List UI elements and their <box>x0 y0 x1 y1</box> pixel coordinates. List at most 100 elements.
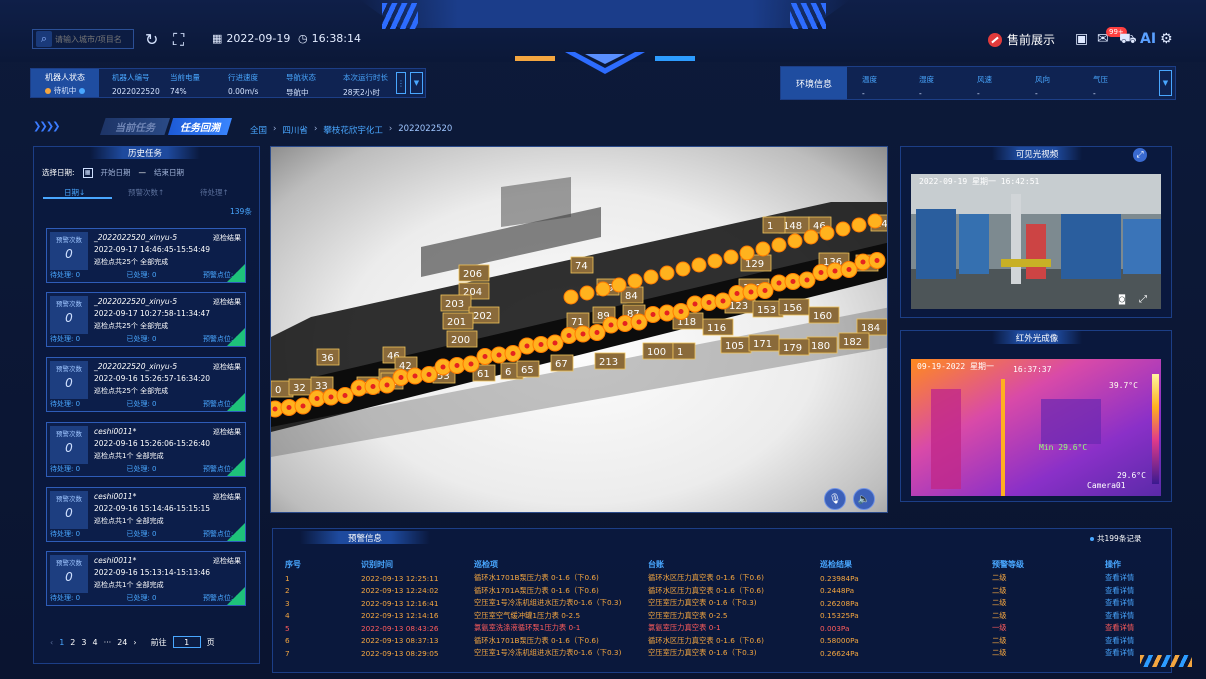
view-details-link[interactable]: 查看详情 <box>1105 585 1165 598</box>
page-number[interactable]: 24 <box>117 638 127 647</box>
result-link[interactable]: 巡检结果 <box>213 427 241 437</box>
robot-dropdown-button[interactable]: ▼ <box>410 72 423 94</box>
history-card[interactable]: 预警次数 0 _2022022520_xinyu-5 巡检结果 2022-09-1… <box>46 228 246 283</box>
page-number[interactable]: 4 <box>92 638 97 647</box>
point-cloud-map[interactable]: 2062042032022012003646424434453616656721… <box>270 146 888 513</box>
breadcrumb-item[interactable]: 四川省 <box>282 124 308 136</box>
table-cell: 2022-09-13 12:24:02 <box>361 586 439 596</box>
result-link[interactable]: 巡检结果 <box>213 297 241 307</box>
path-point-center <box>608 322 614 328</box>
table-cell: 1 <box>285 573 290 583</box>
robot-field-speed: 行进速度 0.00m/s <box>228 72 258 96</box>
result-link[interactable]: 巡检结果 <box>213 362 241 372</box>
table-row: 6 2022-09-13 08:37:13 循环水1701B泵压力表 0-1.6（下… <box>285 635 1165 648</box>
search-input[interactable] <box>55 34 131 44</box>
page-number[interactable]: 1 <box>59 638 64 647</box>
page-number[interactable]: 3 <box>81 638 86 647</box>
result-link[interactable]: 巡检结果 <box>213 556 241 566</box>
table-cell: 2 <box>285 586 290 596</box>
cart-icon[interactable]: ⛟ <box>1119 31 1137 49</box>
breadcrumb-item[interactable]: 全国 <box>250 124 267 136</box>
card-corner-decoration <box>227 393 245 411</box>
marker-label: 84 <box>625 291 638 302</box>
history-card[interactable]: 预警次数 0 _2022022520_xinyu-5 巡检结果 2022-09-1… <box>46 357 246 412</box>
marker-label: 171 <box>753 339 772 350</box>
stripe-decoration <box>1140 655 1192 667</box>
task-stats: 待处理: 0 已处理: 0 预警点位: 0 <box>50 464 240 474</box>
field-label: 气压 <box>1093 75 1108 84</box>
history-card[interactable]: 预警次数 0 ceshi0011* 巡检结果 2022-09-16 15:13:1… <box>46 551 246 606</box>
path-point <box>835 221 851 237</box>
env-dropdown-button[interactable]: ▼ <box>1159 70 1172 96</box>
breadcrumb-item[interactable]: 攀枝花欣宇化工 <box>323 124 383 136</box>
start-date-input[interactable]: 开始日期 <box>101 167 131 178</box>
table-cell: 0.58000Pa <box>820 636 859 646</box>
result-link[interactable]: 巡检结果 <box>213 492 241 502</box>
more-button[interactable]: ⋮ <box>396 72 406 94</box>
table-cell: 循环水1701B泵压力表 0-1.6（下0.6) <box>474 573 599 583</box>
microphone-icon[interactable]: 🎙 <box>824 488 846 510</box>
marker-label: 153 <box>757 305 776 316</box>
map-canvas[interactable]: 2062042032022012003646424434453616656721… <box>271 147 888 513</box>
path-point-center <box>748 289 754 295</box>
marker-label: 179 <box>783 343 802 354</box>
toolbox-icon[interactable]: ▣ <box>1075 31 1088 47</box>
page-ellipsis[interactable]: ··· <box>104 638 112 647</box>
sort-by-pending[interactable]: 待处理↑ <box>200 187 229 198</box>
sort-by-alert-count[interactable]: 预警次数↑ <box>128 187 164 198</box>
view-details-link[interactable]: 查看详情 <box>1105 622 1165 635</box>
path-point <box>867 213 883 229</box>
env-field-temperature: 温度 - <box>862 74 877 98</box>
table-cell: 2022-09-13 12:25:11 <box>361 573 439 583</box>
table-cell: 0.003Pa <box>820 623 850 633</box>
task-name: ceshi0011* <box>94 492 137 501</box>
tab-current-task[interactable]: 当前任务 <box>100 118 170 135</box>
presale-label: 售前展示 <box>1007 33 1056 47</box>
robot-status-value: 待机中 <box>31 85 99 96</box>
page-number[interactable]: 2 <box>70 638 75 647</box>
search-icon[interactable]: ⌕ <box>36 31 52 47</box>
path-point-center <box>342 393 348 398</box>
presale-button[interactable]: 售前展示 <box>988 31 1055 48</box>
camera-icon[interactable]: ◙ <box>1119 294 1125 305</box>
path-point-center <box>468 361 474 367</box>
ai-button[interactable]: AI <box>1140 31 1156 47</box>
alert-count-box: 预警次数 0 <box>50 232 88 270</box>
expand-icon[interactable]: ⤢ <box>1139 294 1147 305</box>
history-card[interactable]: 预警次数 0 ceshi0011* 巡检结果 2022-09-16 15:14:4… <box>46 487 246 542</box>
calendar-icon[interactable]: ▦ <box>82 167 93 178</box>
column-header: 序号 <box>285 559 301 569</box>
history-card[interactable]: 预警次数 0 _2022022520_xinyu-5 巡检结果 2022-09-1… <box>46 292 246 347</box>
next-page-button[interactable]: › <box>133 638 136 647</box>
settings-gear-icon[interactable]: ⚙ <box>1160 31 1173 47</box>
tab-task-replay[interactable]: 任务回溯 <box>168 118 232 135</box>
fullscreen-icon[interactable]: ⛶ <box>173 30 184 50</box>
visible-video-scene <box>911 174 1161 309</box>
marker-label: 32 <box>293 383 306 394</box>
end-date-input[interactable]: 结束日期 <box>154 167 184 178</box>
history-card[interactable]: 预警次数 0 ceshi0011* 巡检结果 2022-09-16 15:26:0… <box>46 422 246 477</box>
result-link[interactable]: 巡检结果 <box>213 233 241 243</box>
alert-table: 序号 识别时间 巡检项 台账 巡检结果 预警等级 操作 1 2022-09-13 … <box>285 556 1165 660</box>
refresh-icon[interactable]: ↻ <box>145 30 158 49</box>
history-title: 历史任务 <box>90 146 200 159</box>
path-point-center <box>496 352 502 358</box>
path-point <box>707 253 723 269</box>
table-cell: 4 <box>285 611 290 621</box>
speaker-mute-icon[interactable]: 🔈 <box>853 488 875 510</box>
view-details-link[interactable]: 查看详情 <box>1105 597 1165 610</box>
path-point-center <box>678 309 684 314</box>
goto-page-input[interactable] <box>172 636 201 648</box>
path-point-center <box>790 279 796 284</box>
pagination: ‹ 1 2 3 4 ··· 24 › 前往 页 <box>50 636 215 648</box>
view-details-link[interactable]: 查看详情 <box>1105 635 1165 648</box>
table-row: 2 2022-09-13 12:24:02 循环水1701A泵压力表 0-1.6（下… <box>285 585 1165 598</box>
expand-icon[interactable]: ⤢ <box>1133 148 1147 162</box>
view-details-link[interactable]: 查看详情 <box>1105 572 1165 585</box>
view-details-link[interactable]: 查看详情 <box>1105 610 1165 623</box>
prev-page-button[interactable]: ‹ <box>50 638 53 647</box>
table-cell: 二级 <box>992 648 1007 658</box>
path-point-center <box>664 310 670 316</box>
bullet-icon <box>1090 536 1094 541</box>
search-box[interactable]: ⌕ <box>32 29 134 49</box>
